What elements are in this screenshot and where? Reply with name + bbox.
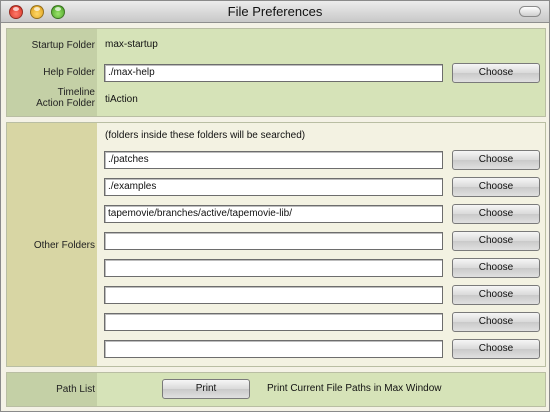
path-list-label-column: Path List — [7, 373, 97, 406]
other-folder-field-5[interactable] — [104, 259, 443, 277]
folders-panel: Startup Folder Help Folder Timeline Acti… — [6, 28, 546, 117]
timeline-folder-value: tiAction — [105, 94, 138, 105]
other-folders-panel: Other Folders (folders inside these fold… — [6, 122, 546, 367]
other-folder-field-3[interactable]: tapemovie/branches/active/tapemovie-lib/ — [104, 205, 443, 223]
path-list-panel: Path List Print Print Current File Paths… — [6, 372, 546, 407]
other-folders-label: Other Folders — [33, 240, 95, 251]
file-preferences-window: File Preferences Startup Folder Help Fol… — [0, 0, 550, 412]
help-folder-label: Help Folder — [43, 67, 95, 78]
other-folders-label-column: Other Folders — [7, 123, 97, 366]
window-title: File Preferences — [227, 4, 323, 19]
folders-label-column: Startup Folder Help Folder Timeline Acti… — [7, 29, 97, 116]
other-folder-field-4[interactable] — [104, 232, 443, 250]
other-folder-choose-button-5[interactable]: Choose — [452, 258, 540, 278]
path-list-label: Path List — [56, 384, 95, 395]
other-folder-choose-button-8[interactable]: Choose — [452, 339, 540, 359]
other-folder-choose-button-3[interactable]: Choose — [452, 204, 540, 224]
other-folders-note: (folders inside these folders will be se… — [105, 130, 306, 141]
path-list-content: Print Print Current File Paths in Max Wi… — [97, 373, 545, 406]
other-folder-choose-button-6[interactable]: Choose — [452, 285, 540, 305]
title-bar[interactable]: File Preferences — [1, 1, 549, 23]
print-description: Print Current File Paths in Max Window — [267, 383, 442, 394]
other-folder-choose-button-2[interactable]: Choose — [452, 177, 540, 197]
other-folder-choose-button-4[interactable]: Choose — [452, 231, 540, 251]
action-folder-label: Action Folder — [36, 98, 95, 109]
help-choose-button[interactable]: Choose — [452, 63, 540, 83]
other-folder-field-2[interactable]: ./examples — [104, 178, 443, 196]
other-folder-choose-button-7[interactable]: Choose — [452, 312, 540, 332]
other-folder-field-7[interactable] — [104, 313, 443, 331]
print-button[interactable]: Print — [162, 379, 250, 399]
other-folder-choose-button-1[interactable]: Choose — [452, 150, 540, 170]
startup-folder-label: Startup Folder — [31, 40, 95, 51]
folders-content: max-startup ./max-help Choose tiAction — [97, 29, 545, 116]
timeline-label: Timeline — [57, 87, 95, 98]
help-folder-field[interactable]: ./max-help — [104, 64, 443, 82]
toolbar-toggle-icon[interactable] — [519, 6, 541, 17]
other-folder-field-1[interactable]: ./patches — [104, 151, 443, 169]
other-folders-content: (folders inside these folders will be se… — [97, 123, 545, 366]
startup-folder-value: max-startup — [105, 39, 158, 50]
other-folder-field-6[interactable] — [104, 286, 443, 304]
other-folder-field-8[interactable] — [104, 340, 443, 358]
